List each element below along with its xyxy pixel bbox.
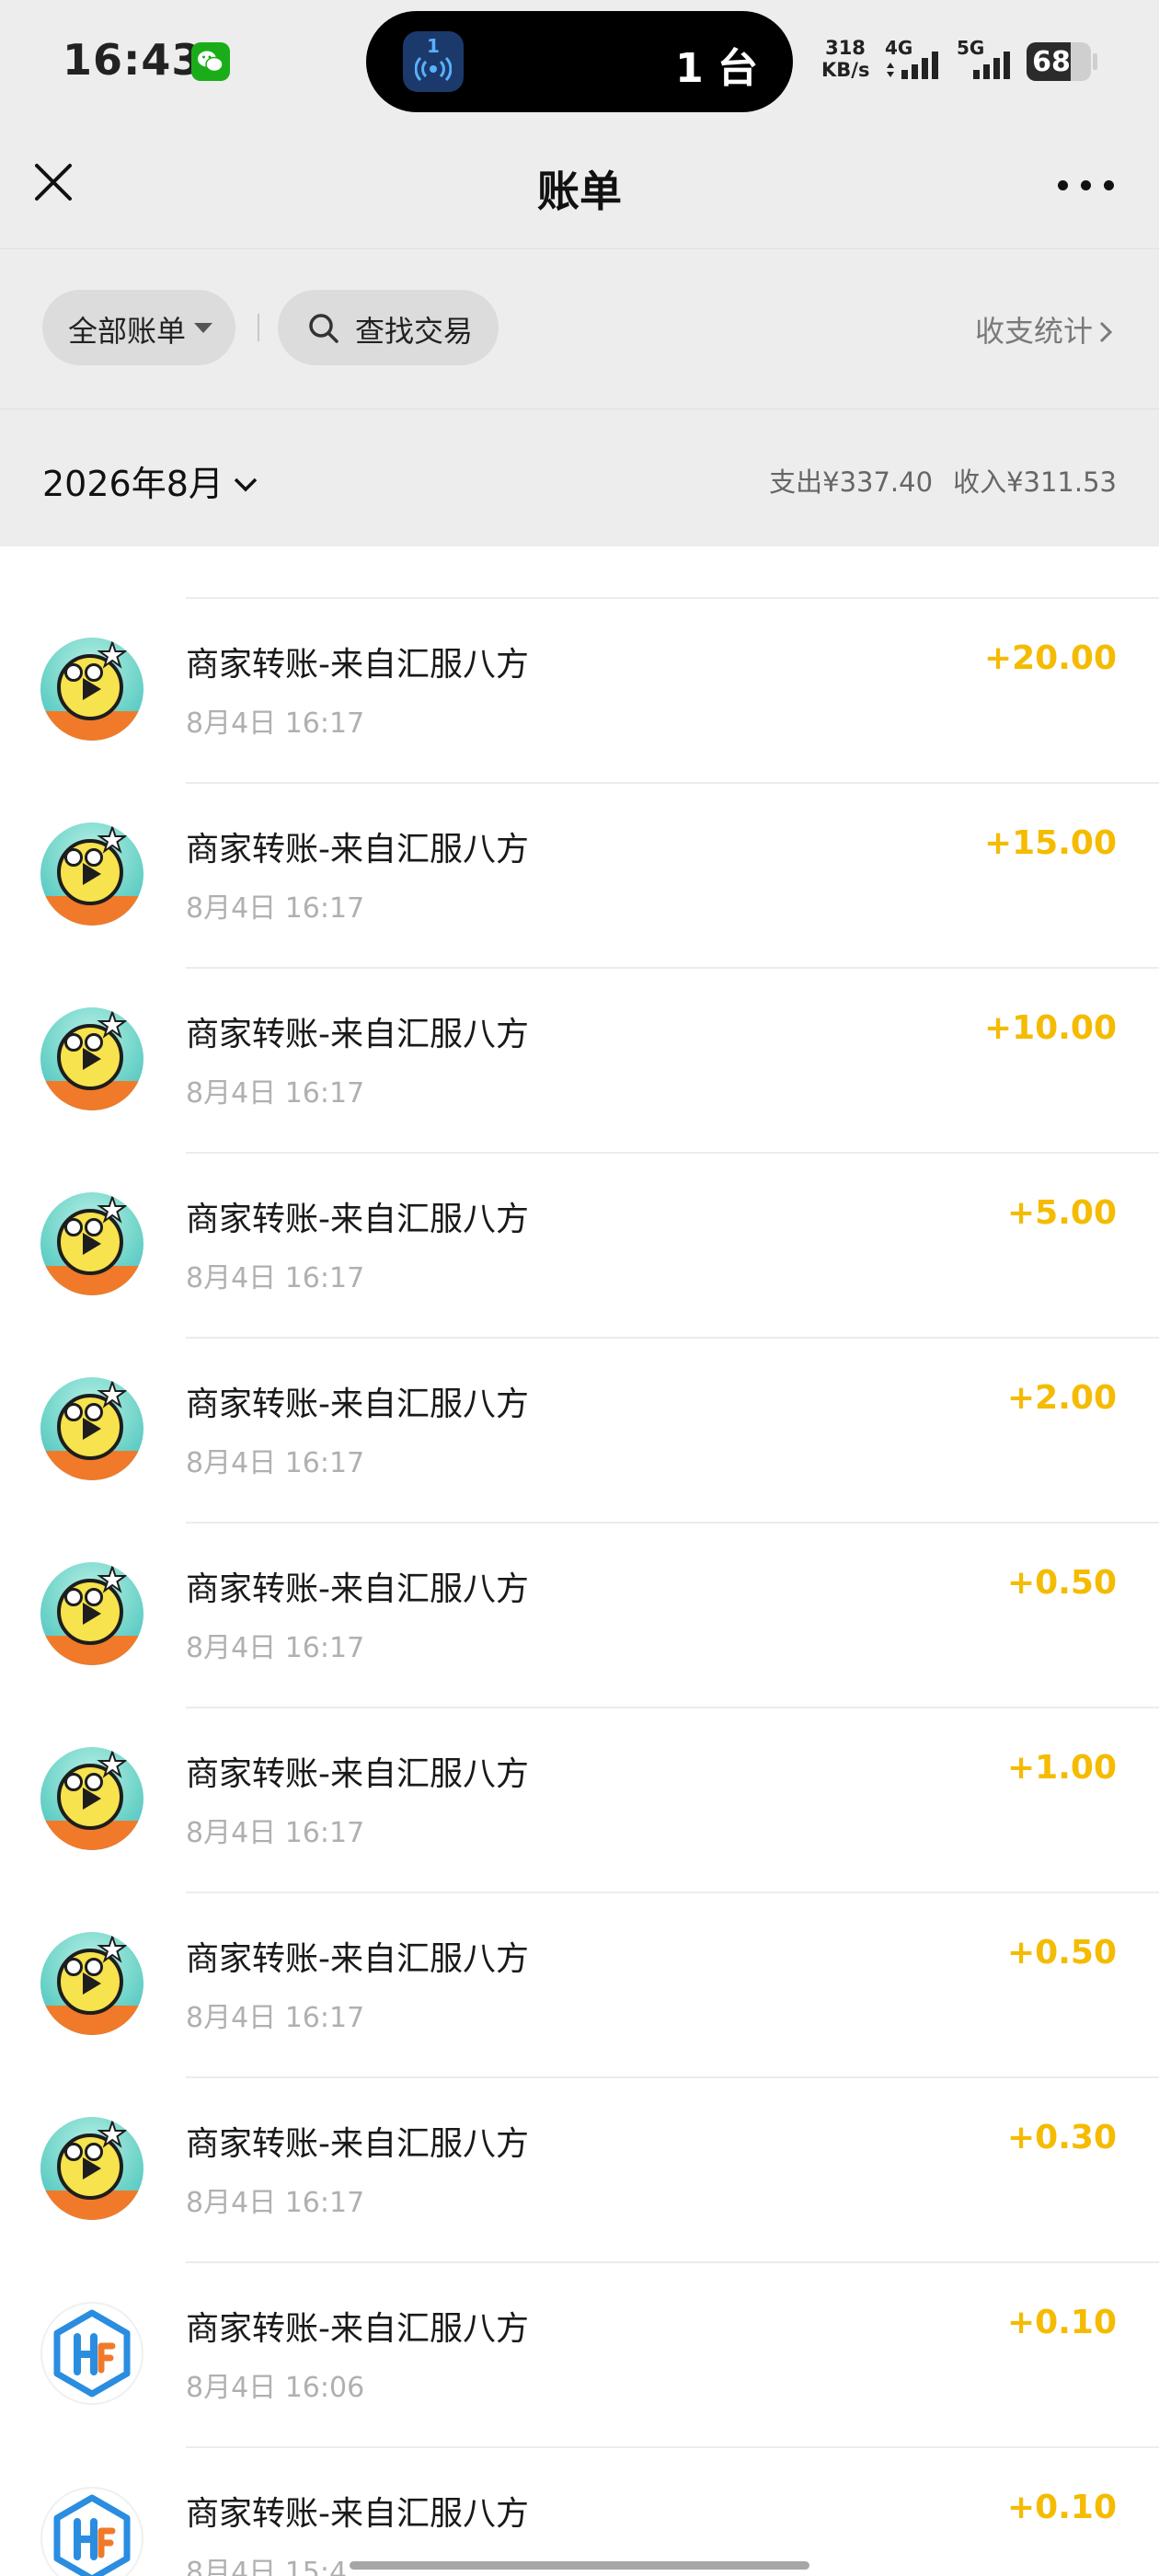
network-speed-unit: KB/s (821, 59, 870, 81)
transaction-amount: +5.00 (1007, 1194, 1117, 1232)
battery-icon: 68 (1027, 42, 1091, 81)
signal-5g-icon (973, 52, 1010, 79)
transaction-amount: +0.50 (1007, 1564, 1117, 1602)
transaction-time: 8月4日 16:17 (186, 892, 365, 925)
transaction-row[interactable]: ★ 商家转账-来自汇服八方 8月4日 16:17 +1.00 (0, 1708, 1159, 1893)
dynamic-island[interactable]: 1 1 台 (366, 11, 793, 112)
transaction-row[interactable]: ★ 商家转账-来自汇服八方 8月4日 16:17 +0.30 (0, 2078, 1159, 2263)
more-options-icon[interactable] (1056, 177, 1117, 195)
transaction-row[interactable]: ★ 商家转账-来自汇服八方 8月4日 16:17 +15.00 (0, 784, 1159, 969)
transaction-title: 商家转账-来自汇服八方 (186, 1940, 529, 1978)
transaction-time: 8月4日 15:4 (186, 2557, 348, 2576)
transaction-amount: +15.00 (983, 824, 1117, 862)
transaction-amount: +0.50 (1007, 1934, 1117, 1972)
filter-divider (258, 314, 259, 341)
merchant-mascot-avatar-icon: ★ (40, 638, 143, 741)
transaction-title: 商家转账-来自汇服八方 (186, 1201, 529, 1238)
signal-4g-icon (887, 52, 938, 79)
nav-bar: 账单 (0, 138, 1159, 248)
transaction-amount: +10.00 (983, 1009, 1117, 1047)
month-selector[interactable]: 2026年8月 (42, 455, 258, 506)
page-title: 账单 (537, 167, 622, 216)
month-label: 2026年8月 (42, 464, 224, 504)
merchant-mascot-avatar-icon: ★ (40, 2117, 143, 2220)
transaction-row[interactable]: ★ 商家转账-来自汇服八方 8月4日 16:17 +0.50 (0, 1893, 1159, 2078)
transaction-amount: +0.30 (1007, 2119, 1117, 2156)
transaction-time: 8月4日 16:17 (186, 1447, 365, 1479)
search-transactions-button[interactable]: 查找交易 (278, 290, 499, 365)
transaction-amount: +1.00 (1007, 1749, 1117, 1787)
network-speed-value: 318 (825, 37, 866, 59)
merchant-mascot-avatar-icon: ★ (40, 822, 143, 926)
transaction-time: 8月4日 16:17 (186, 1262, 365, 1294)
transaction-title: 商家转账-来自汇服八方 (186, 1016, 529, 1053)
transaction-title: 商家转账-来自汇服八方 (186, 1570, 529, 1608)
network-speed: 318 KB/s (821, 37, 869, 81)
month-header: 2026年8月 支出¥337.40 收入¥311.53 (0, 408, 1159, 547)
merchant-mascot-avatar-icon: ★ (40, 1007, 143, 1110)
stats-label: 收支统计 (974, 314, 1093, 349)
merchant-hf-logo-icon (40, 2487, 143, 2576)
transaction-time: 8月4日 16:17 (186, 2002, 365, 2034)
all-bills-label: 全部账单 (68, 314, 187, 349)
island-device-count: 1 台 (675, 45, 758, 92)
transaction-time: 8月4日 16:17 (186, 1817, 365, 1849)
status-time: 16:43 (63, 35, 202, 85)
chevron-down-icon (234, 477, 258, 492)
merchant-hf-logo-icon (40, 2302, 143, 2405)
battery-cap (1093, 53, 1097, 70)
all-bills-dropdown[interactable]: 全部账单 (42, 290, 235, 365)
caret-down-icon (194, 323, 212, 333)
transaction-time: 8月4日 16:17 (186, 1632, 365, 1664)
merchant-mascot-avatar-icon: ★ (40, 1562, 143, 1665)
filter-bar: 全部账单 查找交易 收支统计 (0, 248, 1159, 409)
transaction-row[interactable]: ★ 商家转账-来自汇服八方 8月4日 16:17 +20.00 (0, 599, 1159, 784)
transaction-title: 商家转账-来自汇服八方 (186, 1755, 529, 1793)
cast-app-icon: 1 (403, 31, 464, 92)
status-bar: 16:43 1 1 台 318 KB/s 4G 5G 68 (0, 0, 1159, 138)
transaction-row[interactable]: ★ 商家转账-来自汇服八方 8月4日 16:17 +2.00 (0, 1339, 1159, 1524)
battery-percent: 68 (1032, 46, 1071, 78)
home-indicator[interactable] (350, 2561, 809, 2570)
search-icon (309, 314, 339, 343)
merchant-mascot-avatar-icon: ★ (40, 1192, 143, 1295)
month-summary: 支出¥337.40 收入¥311.53 (769, 461, 1117, 500)
transaction-title: 商家转账-来自汇服八方 (186, 831, 529, 868)
chevron-right-icon (1099, 321, 1113, 343)
transaction-amount: +0.10 (1007, 2489, 1117, 2526)
transaction-row[interactable]: ★ 商家转账-来自汇服八方 8月4日 16:17 +0.50 (0, 1524, 1159, 1708)
merchant-mascot-avatar-icon: ★ (40, 1377, 143, 1480)
transaction-row[interactable]: ★ 商家转账-来自汇服八方 8月4日 16:17 +10.00 (0, 969, 1159, 1154)
transaction-list: ★ 商家转账-来自汇服八方 8月4日 16:17 +20.00 ★ 商家转账-来自汇… (0, 546, 1159, 2576)
transaction-title: 商家转账-来自汇服八方 (186, 646, 529, 684)
transaction-row[interactable]: 商家转账-来自汇服八方 8月4日 16:06 +0.10 (0, 2263, 1159, 2448)
transaction-time: 8月4日 16:17 (186, 2187, 365, 2219)
transaction-title: 商家转账-来自汇服八方 (186, 2310, 529, 2348)
transaction-amount: +2.00 (1007, 1379, 1117, 1417)
transaction-row[interactable]: 商家转账-来自汇服八方 8月4日 15:4 +0.10 (0, 2448, 1159, 2576)
transaction-time: 8月4日 16:17 (186, 1077, 365, 1110)
month-income: 收入¥311.53 (953, 466, 1117, 498)
income-expense-stats-link[interactable]: 收支统计 (975, 308, 1113, 351)
search-label: 查找交易 (355, 314, 474, 349)
merchant-mascot-avatar-icon: ★ (40, 1932, 143, 2035)
transaction-amount: +20.00 (983, 639, 1117, 677)
transaction-title: 商家转账-来自汇服八方 (186, 2495, 529, 2533)
merchant-mascot-avatar-icon: ★ (40, 1747, 143, 1850)
transaction-amount: +0.10 (1007, 2304, 1117, 2341)
wechat-notification-icon (191, 42, 230, 81)
transaction-time: 8月4日 16:17 (186, 707, 365, 740)
transaction-title: 商家转账-来自汇服八方 (186, 1386, 529, 1423)
island-badge: 1 (427, 35, 440, 57)
month-expense: 支出¥337.40 (769, 466, 934, 498)
transaction-title: 商家转账-来自汇服八方 (186, 2125, 529, 2163)
transaction-row[interactable]: ★ 商家转账-来自汇服八方 8月4日 16:17 +5.00 (0, 1154, 1159, 1339)
transaction-time: 8月4日 16:06 (186, 2372, 365, 2404)
